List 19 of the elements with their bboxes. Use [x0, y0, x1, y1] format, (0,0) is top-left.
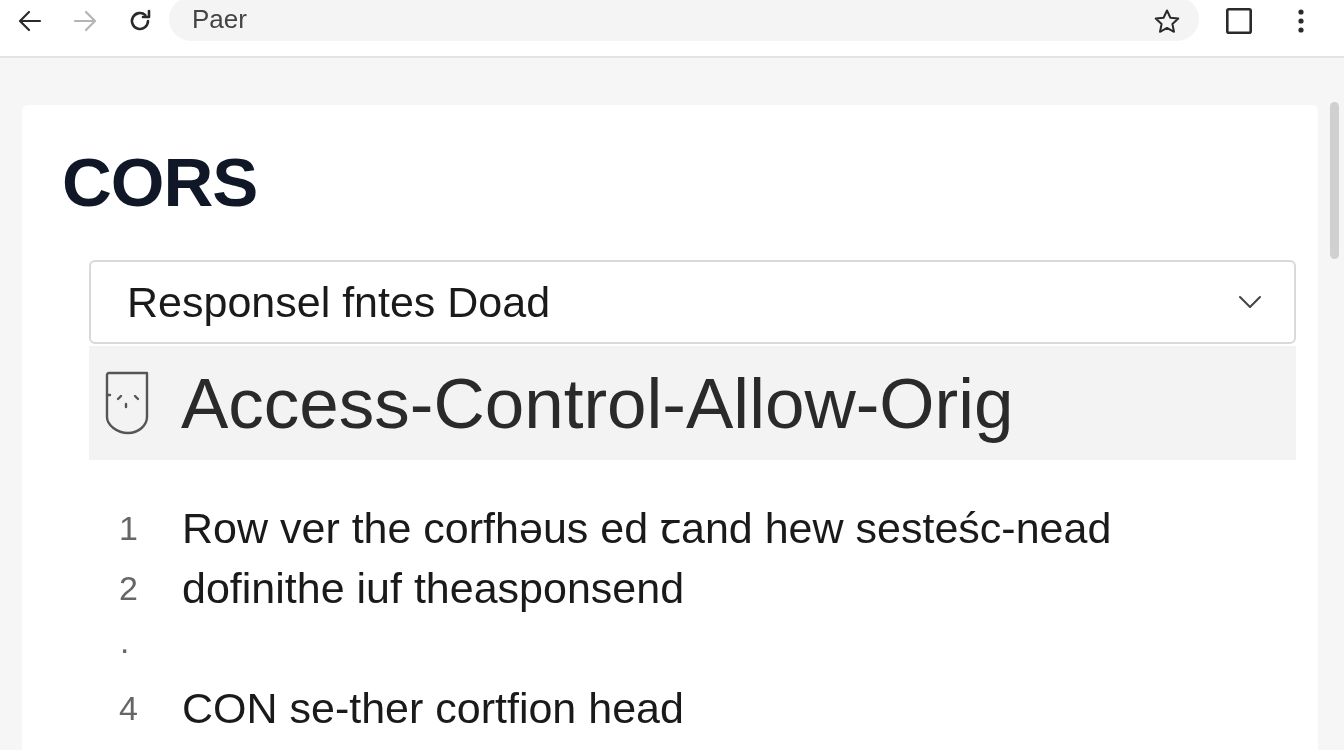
- reload-icon[interactable]: [128, 9, 152, 33]
- line-text: Row ver the corfhəus ed ꞇand hew sesteśc-nead: [182, 502, 1112, 554]
- dropdown-select[interactable]: Responsel fntes Doad: [89, 260, 1296, 344]
- header-row[interactable]: Access-Control-Allow-Orig: [89, 346, 1296, 460]
- scrollbar-thumb[interactable]: [1330, 102, 1339, 259]
- page-heading: CORS: [62, 145, 259, 221]
- shield-icon: [105, 371, 151, 435]
- line-text: CON se-ther cortfion head: [182, 682, 684, 734]
- line-number: ·: [118, 627, 132, 669]
- star-icon[interactable]: [1154, 8, 1180, 34]
- line-number: 1: [118, 507, 139, 549]
- address-bar[interactable]: Paer: [169, 0, 1199, 41]
- chevron-down-icon: [1238, 295, 1262, 309]
- menu-icon[interactable]: [1298, 9, 1304, 33]
- line-number: 4: [118, 687, 139, 729]
- back-arrow-icon[interactable]: [18, 10, 42, 32]
- square-icon[interactable]: [1226, 8, 1252, 34]
- line-number: 2: [118, 567, 139, 609]
- line-text: dofinithe iuf theasponsend: [182, 562, 685, 614]
